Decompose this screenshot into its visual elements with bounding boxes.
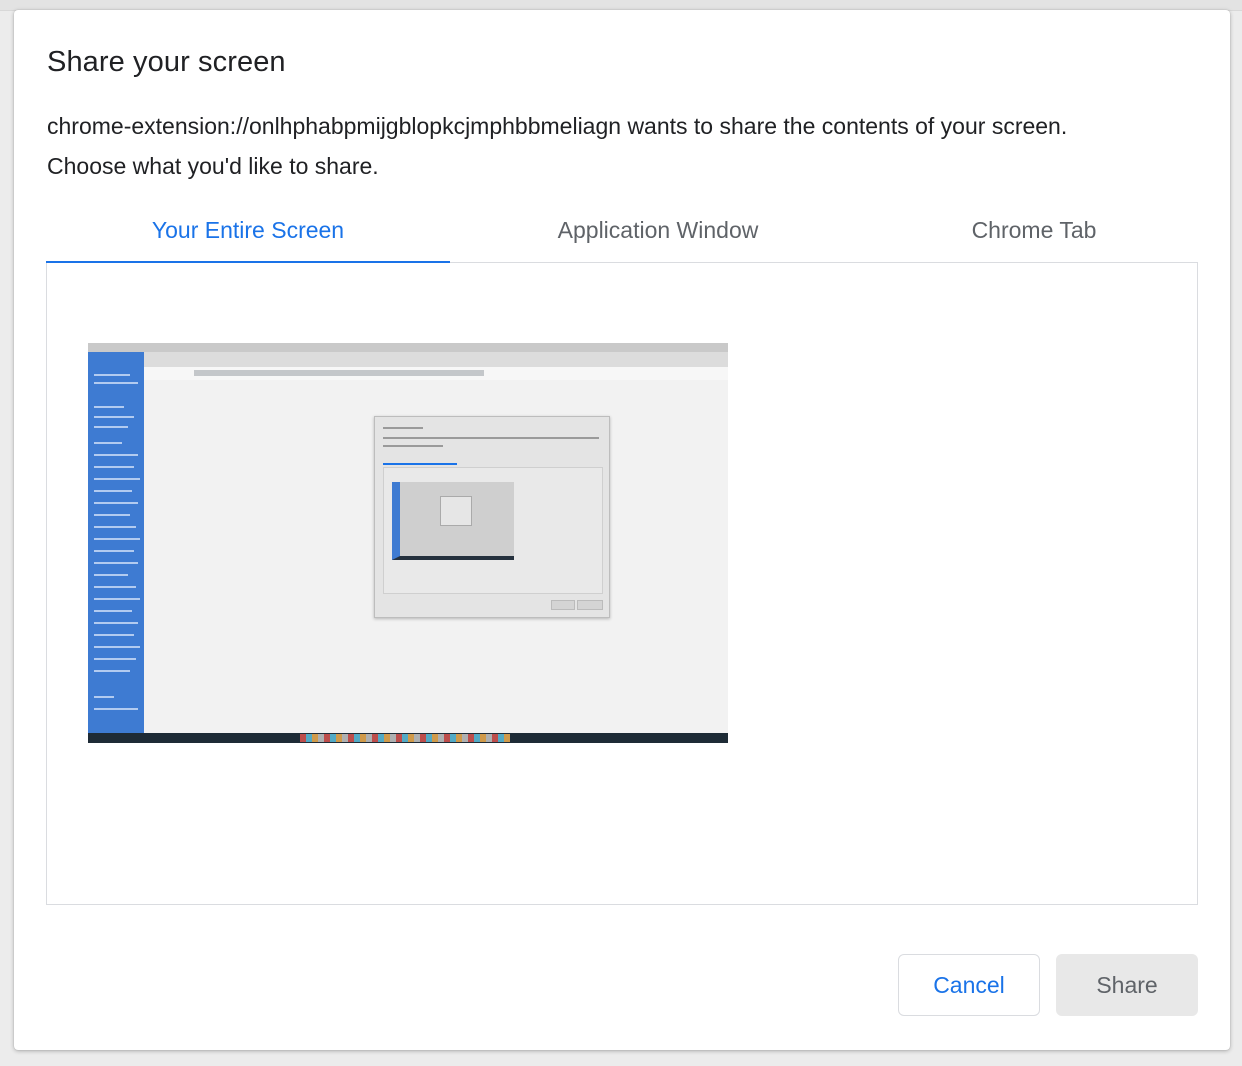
thumbnail-sidebar-line xyxy=(94,416,134,418)
thumbnail-sidebar-line xyxy=(94,502,138,504)
dialog-description-line-2: Choose what you'd like to share. xyxy=(47,153,379,179)
thumbnail-page-content xyxy=(144,380,728,733)
screen-preview-thumbnail[interactable] xyxy=(88,343,728,743)
thumbnail-sidebar-line xyxy=(94,586,136,588)
thumbnail-sidebar-line xyxy=(94,442,122,444)
thumbnail-sidebar-line xyxy=(94,426,128,428)
thumbnail-sidebar-line xyxy=(94,598,140,600)
tab-chrome-tab[interactable]: Chrome Tab xyxy=(866,210,1202,262)
tab-your-entire-screen[interactable]: Your Entire Screen xyxy=(46,210,450,265)
thumbnail-tabbar xyxy=(88,352,728,367)
thumbnail-dialog-text-line xyxy=(383,437,599,439)
source-tabs: Your Entire Screen Application Window Ch… xyxy=(46,210,1198,265)
thumbnail-sidebar-line xyxy=(94,646,140,648)
thumbnail-sidebar-line xyxy=(94,622,138,624)
thumbnail-sidebar-line xyxy=(94,526,136,528)
thumbnail-dialog-button xyxy=(577,600,603,610)
thumbnail-sidebar-line xyxy=(94,478,140,480)
thumbnail-sidebar-line xyxy=(94,658,136,660)
thumbnail-dialog-button xyxy=(551,600,575,610)
dialog-title: Share your screen xyxy=(47,46,286,78)
source-list-panel xyxy=(46,263,1198,905)
thumbnail-dialog-panel xyxy=(383,467,603,594)
thumbnail-nested-dialog xyxy=(374,416,610,618)
thumbnail-sidebar-line xyxy=(94,490,132,492)
thumbnail-address-bar xyxy=(144,367,728,381)
share-screen-dialog: Share your screen chrome-extension://onl… xyxy=(14,10,1230,1050)
dialog-description: chrome-extension://onlhphabpmijgblopkcjm… xyxy=(47,106,1207,186)
tab-application-window[interactable]: Application Window xyxy=(458,210,858,262)
thumbnail-sidebar-line xyxy=(94,574,128,576)
thumbnail-sidebar-line xyxy=(94,466,134,468)
thumbnail-sidebar-line xyxy=(94,610,132,612)
thumbnail-dock xyxy=(88,733,728,743)
thumbnail-sidebar-line xyxy=(94,550,134,552)
thumbnail-sidebar-line xyxy=(94,562,138,564)
thumbnail-address-text xyxy=(194,370,484,376)
thumbnail-dialog-active-tab xyxy=(383,463,457,465)
thumbnail-sidebar-line xyxy=(94,454,138,456)
thumbnail-sidebar-line xyxy=(94,406,124,408)
thumbnail-sidebar-line xyxy=(94,670,130,672)
tab-label: Chrome Tab xyxy=(971,217,1097,243)
thumbnail-sidebar-line xyxy=(94,538,140,540)
thumbnail-sidebar xyxy=(88,352,144,733)
thumbnail-sidebar-line xyxy=(94,514,130,516)
thumbnail-dialog-title-line xyxy=(383,427,423,429)
share-button[interactable]: Share xyxy=(1056,954,1198,1016)
thumbnail-dock-icons xyxy=(300,734,510,742)
thumbnail-sidebar-line xyxy=(94,374,130,376)
tab-label: Your Entire Screen xyxy=(151,217,345,243)
thumbnail-sidebar-line xyxy=(94,708,138,710)
thumbnail-dialog-text-line xyxy=(383,445,443,447)
cancel-button[interactable]: Cancel xyxy=(898,954,1040,1016)
thumbnail-dialog-mini-window xyxy=(440,496,472,526)
thumbnail-menubar xyxy=(88,343,728,352)
thumbnail-sidebar-line xyxy=(94,696,114,698)
thumbnail-sidebar-line xyxy=(94,382,138,384)
dialog-description-line-1: chrome-extension://onlhphabpmijgblopkcjm… xyxy=(47,113,1068,139)
thumbnail-sidebar-line xyxy=(94,634,134,636)
tab-label: Application Window xyxy=(557,217,759,243)
thumbnail-dialog-preview xyxy=(392,482,514,560)
